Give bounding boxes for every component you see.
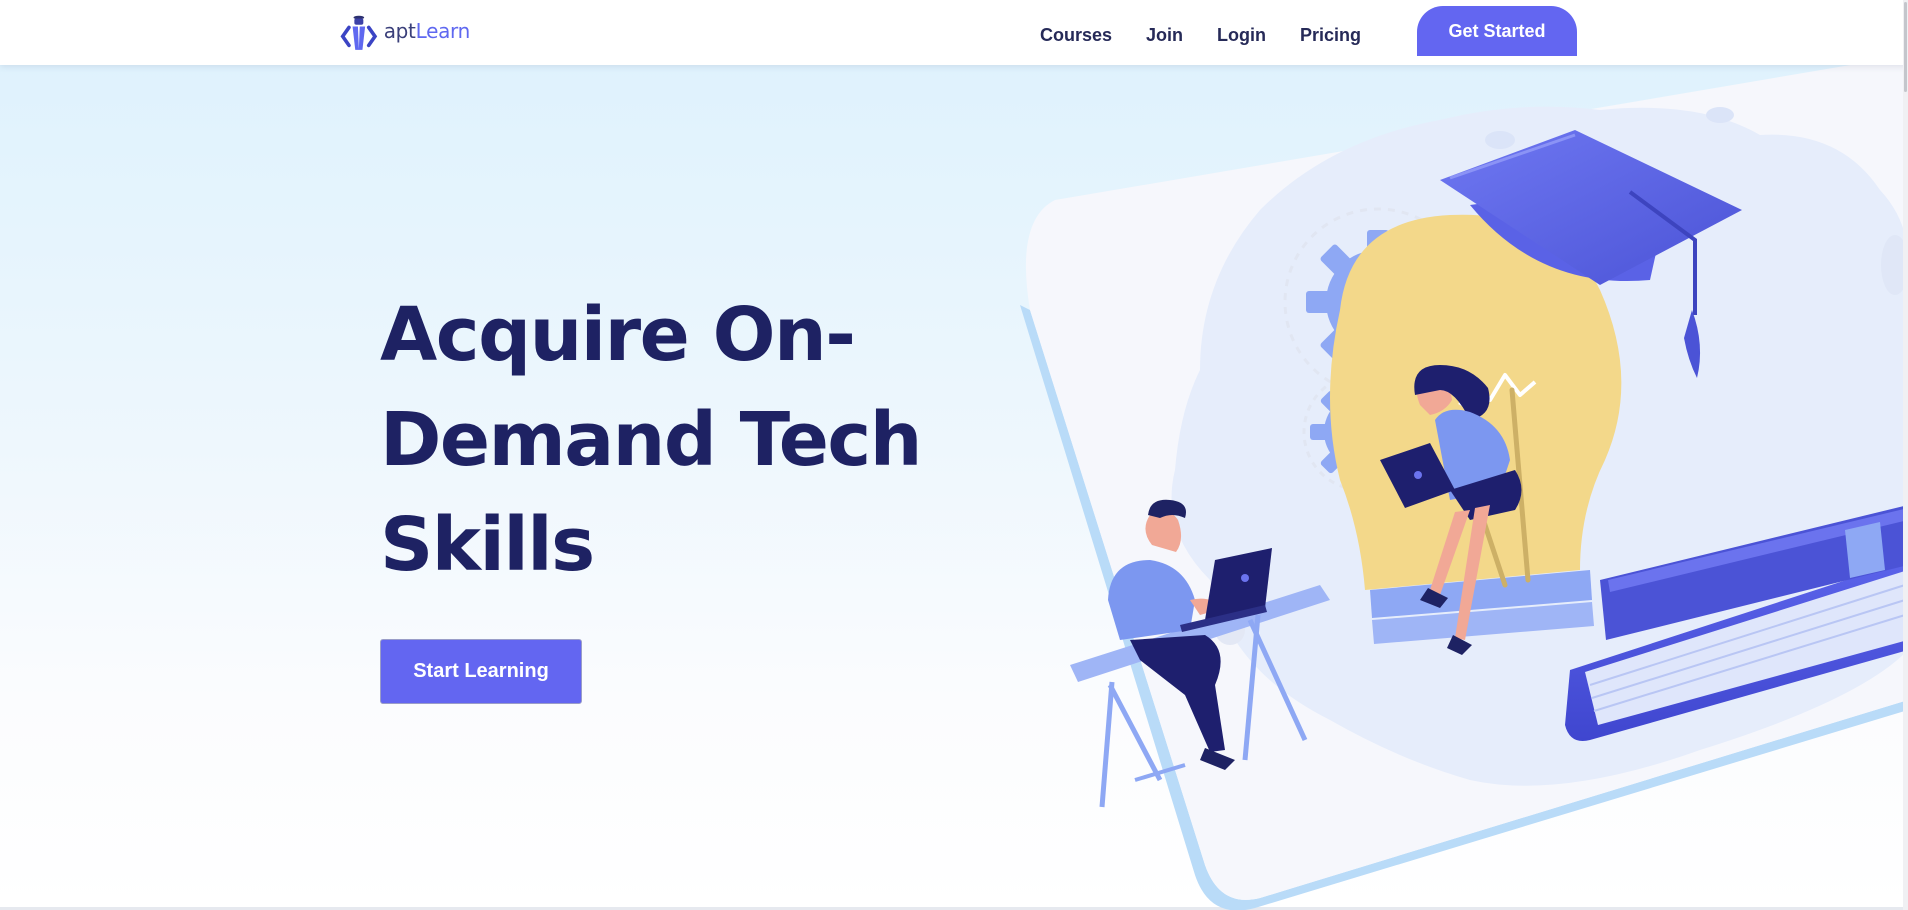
logo-text-apt: apt: [383, 19, 416, 43]
nav-link-login[interactable]: Login: [1217, 25, 1266, 46]
site-logo[interactable]: aptLearn: [340, 6, 470, 56]
logo-wordmark: aptLearn: [383, 19, 471, 43]
top-navbar: aptLearn Courses Join Login Pricing Get …: [0, 0, 1908, 65]
logo-text-learn: Learn: [415, 19, 471, 43]
nav-link-pricing[interactable]: Pricing: [1300, 25, 1361, 46]
hero-illustration: [1020, 60, 1908, 910]
nav-links: Courses Join Login Pricing: [1040, 0, 1395, 70]
get-started-button[interactable]: Get Started: [1417, 6, 1577, 56]
page-scrollbar[interactable]: [1903, 0, 1908, 910]
logo-mark-icon: [340, 15, 378, 50]
hero-heading-line-3: Skills: [380, 502, 595, 588]
hero-heading-line-1: Acquire On-: [380, 292, 856, 378]
start-learning-button[interactable]: Start Learning: [380, 639, 582, 704]
nav-link-courses[interactable]: Courses: [1040, 25, 1112, 46]
nav-link-join[interactable]: Join: [1146, 25, 1183, 46]
scrollbar-thumb[interactable]: [1904, 2, 1907, 92]
hero-heading: Acquire On- Demand Tech Skills: [380, 283, 940, 598]
landing-page: aptLearn Courses Join Login Pricing Get …: [0, 0, 1908, 910]
hero-heading-line-2: Demand Tech: [380, 397, 922, 483]
